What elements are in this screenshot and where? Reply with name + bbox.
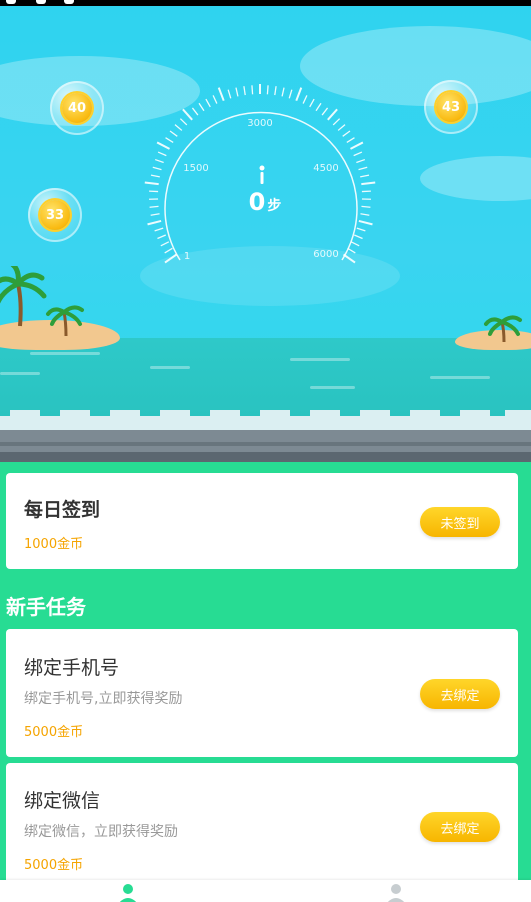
gauge-tick <box>150 174 160 178</box>
gauge-tick-label: 6000 <box>313 249 338 260</box>
gauge-tick <box>288 89 293 99</box>
gauge-tick <box>295 87 303 102</box>
coin-bubble[interactable]: 33 <box>28 188 82 242</box>
tab-profile[interactable] <box>384 882 408 902</box>
gauge-tick <box>356 227 366 232</box>
checkin-button[interactable]: 未签到 <box>420 507 500 537</box>
gauge-tick <box>191 107 199 116</box>
gauge-tick <box>337 124 346 131</box>
card-reward: 5000金币 <box>24 725 84 740</box>
card-reward: 1000金币 <box>24 537 84 552</box>
gauge-tick <box>358 166 368 171</box>
coin-icon: 33 <box>40 200 70 230</box>
gauge-tick <box>154 158 164 164</box>
gauge-tick <box>179 118 188 126</box>
gauge-tick <box>243 86 246 96</box>
coin-icon: 43 <box>436 92 466 122</box>
gauge-tick <box>361 181 376 186</box>
gauge-tick <box>281 87 285 97</box>
gauge-tick <box>360 213 370 216</box>
gauge-tick <box>346 137 355 144</box>
gauge-tick <box>350 141 364 150</box>
gauge-tick <box>356 158 366 164</box>
card-reward: 5000金币 <box>24 858 84 873</box>
gauge-tick <box>266 85 269 95</box>
gauge-tick <box>164 247 173 254</box>
gauge-tick <box>332 118 341 126</box>
gauge-tick <box>164 253 178 264</box>
bind-phone-button[interactable]: 去绑定 <box>420 679 500 709</box>
bottom-tab-bar <box>0 880 531 902</box>
card-title: 每日签到 <box>24 499 101 521</box>
step-count-value: 0 <box>248 188 266 216</box>
gauge-tick <box>350 241 360 247</box>
gauge-tick <box>353 234 363 240</box>
section-title: 新手任务 <box>6 595 86 619</box>
gauge-tick <box>321 107 329 116</box>
card-desc: 绑定手机号,立即获得奖励 <box>24 691 183 707</box>
card-title: 绑定微信 <box>24 790 101 812</box>
step-count: 0步 <box>225 188 305 216</box>
gauge-tick <box>315 102 322 112</box>
step-gauge: 3000 1500 4500 1 6000 <box>144 84 376 264</box>
palm-tree-icon <box>0 266 84 336</box>
gauge-tick-label: 4500 <box>313 163 338 174</box>
gauge-tick <box>144 181 159 186</box>
seawall <box>0 410 531 462</box>
gauge-tick <box>147 219 162 226</box>
cloud <box>420 156 531 201</box>
gauge-tick <box>169 130 178 137</box>
gauge-tick-label: 3000 <box>247 118 272 129</box>
daily-checkin-card: 每日签到 1000金币 未签到 <box>6 473 518 569</box>
coin-bubble[interactable]: 40 <box>50 81 104 135</box>
gauge-tick <box>152 166 162 171</box>
person-icon <box>119 884 137 902</box>
gauge-tick <box>150 213 160 216</box>
gauge-tick <box>227 89 232 99</box>
gauge-tick <box>156 141 170 150</box>
gauge-tick <box>165 137 174 144</box>
step-counter-hero: 3000 1500 4500 1 6000 0步 40 43 33 <box>0 6 531 462</box>
gauge-tick <box>157 234 167 240</box>
status-icon <box>6 0 16 4</box>
walker-icon <box>259 165 265 184</box>
gauge-tick <box>360 174 370 178</box>
bind-wechat-button[interactable]: 去绑定 <box>420 812 500 842</box>
gauge-tick <box>274 86 277 96</box>
gauge-tick <box>157 151 167 157</box>
gauge-tick-label: 1500 <box>183 163 208 174</box>
gauge-tick-label: 1 <box>184 251 190 262</box>
person-icon <box>387 884 405 902</box>
gauge-tick <box>309 98 315 108</box>
gauge-tick <box>174 124 183 131</box>
sea <box>0 338 531 418</box>
gauge-tick <box>182 108 193 121</box>
tab-home[interactable] <box>116 882 140 902</box>
coin-bubble[interactable]: 43 <box>424 80 478 134</box>
gauge-tick <box>149 205 159 208</box>
palm-tree-icon <box>484 315 522 343</box>
gauge-tick <box>154 227 164 232</box>
gauge-tick <box>327 108 338 121</box>
task-card-bind-phone: 绑定手机号 绑定手机号,立即获得奖励 5000金币 去绑定 <box>6 629 518 757</box>
card-title: 绑定手机号 <box>24 657 120 679</box>
gauge-tick <box>251 85 254 95</box>
gauge-tick <box>342 130 351 137</box>
gauge-tick <box>217 87 225 102</box>
gauge-tick <box>205 98 211 108</box>
gauge-tick <box>358 219 373 226</box>
status-icon <box>64 0 74 4</box>
status-icon <box>36 0 46 4</box>
gauge-tick <box>353 151 363 157</box>
gauge-tick <box>160 241 170 247</box>
coin-icon: 40 <box>62 93 92 123</box>
gauge-tick <box>302 95 308 104</box>
task-card-bind-wechat: 绑定微信 绑定微信，立即获得奖励 5000金币 去绑定 <box>6 763 518 888</box>
gauge-tick <box>198 102 205 112</box>
gauge-tick <box>235 87 239 97</box>
gauge-tick <box>212 95 218 104</box>
card-desc: 绑定微信，立即获得奖励 <box>24 824 178 840</box>
step-count-unit: 步 <box>267 198 282 214</box>
gauge-tick <box>361 205 371 208</box>
